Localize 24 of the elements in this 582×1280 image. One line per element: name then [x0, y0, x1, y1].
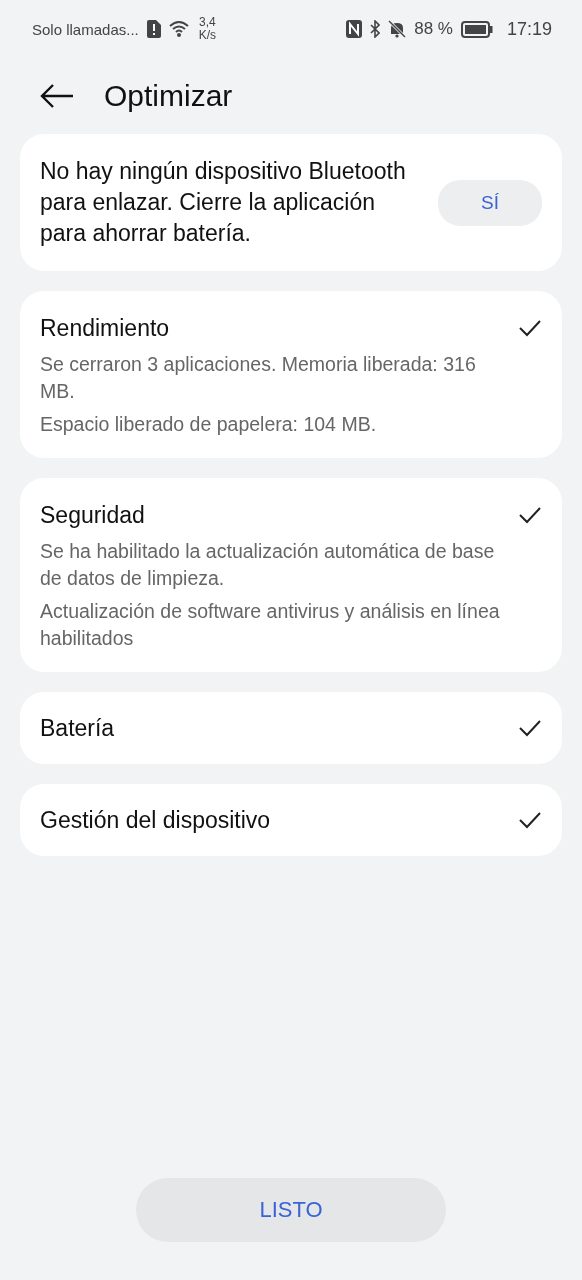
bluetooth-icon	[370, 20, 381, 38]
back-arrow-icon[interactable]	[40, 83, 74, 109]
done-button[interactable]: LISTO	[136, 1178, 446, 1242]
muted-bell-icon	[388, 20, 407, 38]
page-title: Optimizar	[104, 79, 233, 113]
battery-icon	[460, 20, 493, 38]
section-title: Seguridad	[40, 501, 146, 530]
yes-button[interactable]: SÍ	[438, 179, 542, 226]
battery-percent: 88 %	[414, 19, 453, 39]
sim-alert-icon	[146, 20, 161, 38]
clock-time: 17:19	[506, 18, 552, 40]
section-title: Rendimiento	[40, 314, 171, 343]
section-detail: Se cerraron 3 aplicaciones. Memoria liberada: 316 MB.	[40, 352, 477, 404]
speed-unit: K/s	[198, 29, 217, 42]
speed-value: 3,4	[199, 16, 216, 29]
bluetooth-prompt-text: No hay ningún dispositivo Bluetooth para enlazar. Cierre la aplicación para ahorrar batería.	[40, 157, 407, 248]
section-title: Gestión del dispositivo	[40, 806, 272, 835]
carrier-text: Solo llamadas...	[32, 20, 139, 38]
nfc-icon	[346, 20, 363, 38]
section-title: Batería	[40, 714, 116, 743]
wifi-icon	[168, 20, 191, 38]
section-detail: Actualización de software antivirus y análisis en línea habilitados	[40, 599, 501, 651]
section-detail: Se ha habilitado la actualización automática de base de datos de limpieza.	[40, 539, 496, 591]
section-detail: Espacio liberado de papelera: 104 MB.	[40, 412, 378, 437]
